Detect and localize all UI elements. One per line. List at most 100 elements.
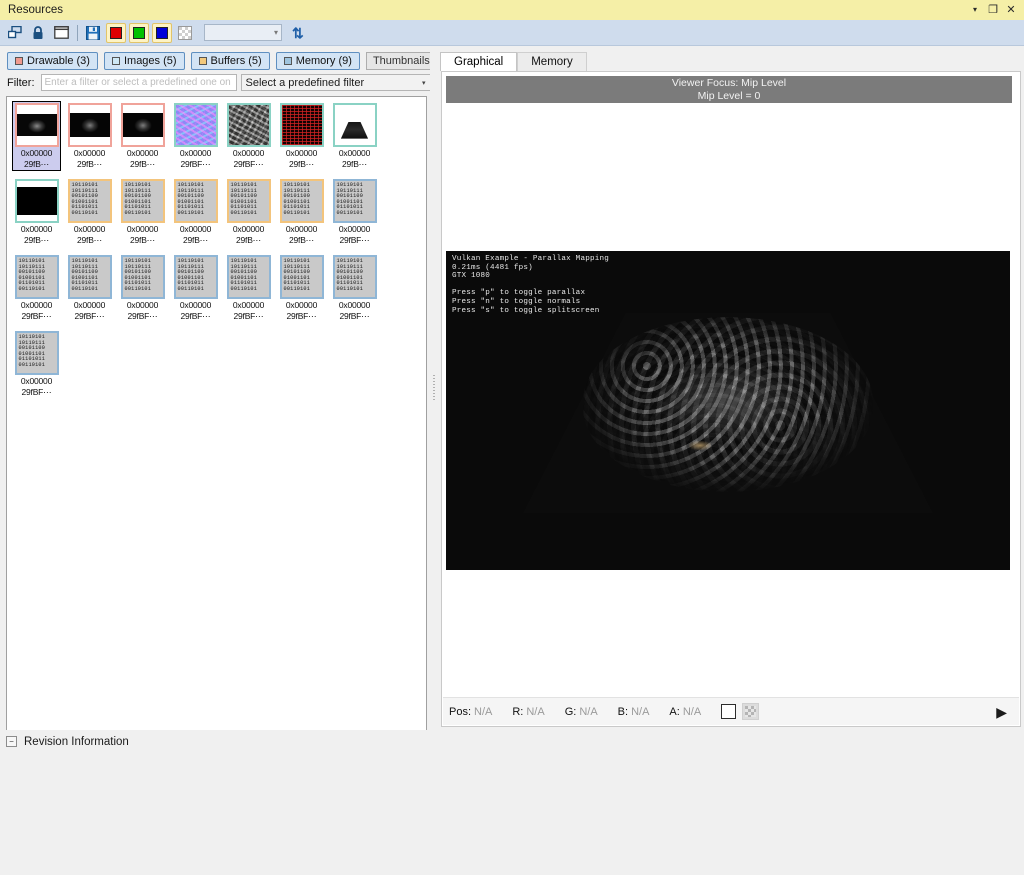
- resource-browser-panel: Drawable (3) Images (5) Buffers (5) Memo…: [0, 46, 461, 772]
- type-filter-drawable[interactable]: Drawable (3): [7, 52, 98, 70]
- thumbnail-item[interactable]: 10110101 10110111 00101100 01001101 0110…: [12, 329, 61, 399]
- collapse-icon[interactable]: −: [6, 736, 17, 747]
- thumbnail-label: 0x00000: [126, 300, 159, 310]
- status-b-value: N/A: [631, 705, 650, 718]
- thumbnail-item[interactable]: 10110101 10110111 00101100 01001101 0110…: [330, 253, 379, 323]
- toolbar-separator: [77, 24, 78, 41]
- thumbnail-preview: [279, 103, 324, 147]
- status-g: G: N/A: [565, 706, 598, 718]
- window-title: Resources: [8, 4, 63, 16]
- type-filter-buffers[interactable]: Buffers (5): [190, 52, 270, 70]
- thumbnail-grid: 0x00000 29fB⋯ 0x00000 29fB⋯ 0x00000 29fB⋯ 0x00…: [7, 97, 426, 405]
- thumbnail-preview: 10110101 10110111 00101100 01001101 0110…: [14, 331, 59, 375]
- thumbnail-item[interactable]: 0x00000 29fB⋯: [118, 101, 167, 171]
- graphical-viewer: Viewer Focus: Mip Level Mip Level = 0 Vu…: [441, 71, 1021, 727]
- thumbnail-item[interactable]: 10110101 10110111 00101100 01001101 0110…: [171, 253, 220, 323]
- thumbnail-label-2: 29fBF⋯: [339, 235, 370, 245]
- checkerboard-icon[interactable]: [742, 703, 760, 720]
- chevron-down-icon: ▾: [421, 79, 426, 87]
- menu-chevron-icon[interactable]: ▾: [966, 1, 984, 19]
- thumbnail-item[interactable]: 0x00000 29fB⋯: [277, 101, 326, 171]
- thumbnail-item[interactable]: 10110101 10110111 00101100 01001101 0110…: [277, 253, 326, 323]
- panel-splitter[interactable]: [430, 46, 438, 730]
- status-r: R: N/A: [512, 706, 544, 718]
- predefined-filter-select[interactable]: Select a predefined filter ▾: [240, 74, 431, 91]
- close-icon[interactable]: ✕: [1002, 1, 1020, 19]
- thumbnail-item[interactable]: 0x00000 29fB⋯: [330, 101, 379, 171]
- viewer-focus-line1: Viewer Focus: Mip Level: [671, 77, 787, 89]
- tab-memory[interactable]: Memory: [517, 52, 587, 71]
- status-a-value: N/A: [682, 705, 702, 718]
- thumbnail-label: 0x00000: [285, 224, 318, 234]
- thumbnail-item[interactable]: 0x00000 29fBF⋯: [224, 101, 273, 171]
- thumbnail-label: 0x00000: [126, 148, 159, 158]
- thumbnail-label-2: 29fB⋯: [77, 159, 102, 169]
- thumbnail-item[interactable]: 10110101 10110111 00101100 01001101 0110…: [224, 253, 273, 323]
- type-filter-buffers-label: Buffers (5): [210, 55, 262, 67]
- thumbnail-label-2: 29fBF⋯: [180, 311, 211, 321]
- thumbnail-label: 0x00000: [232, 224, 265, 234]
- thumbnail-item[interactable]: 10110101 10110111 00101100 01001101 0110…: [224, 177, 273, 247]
- thumbnail-preview: 10110101 10110111 00101100 01001101 0110…: [173, 179, 218, 223]
- window-icon[interactable]: [51, 23, 71, 43]
- status-b: B: N/A: [618, 706, 650, 718]
- thumbnail-label: 0x00000: [20, 300, 53, 310]
- type-filter-memory[interactable]: Memory (9): [275, 52, 360, 70]
- thumbnail-item[interactable]: 0x00000 29fB⋯: [12, 177, 61, 247]
- chevron-down-icon: ▾: [273, 28, 278, 37]
- buffers-swatch: [198, 57, 207, 65]
- thumbnail-item[interactable]: 10110101 10110111 00101100 01001101 0110…: [65, 253, 114, 323]
- viewer-focus-line2: Mip Level = 0: [697, 90, 761, 102]
- render-specular-highlight: [689, 441, 711, 450]
- thumbnail-preview: [120, 103, 165, 147]
- thumbnail-item[interactable]: 10110101 10110111 00101100 01001101 0110…: [118, 253, 167, 323]
- viewer-focus-banner: Viewer Focus: Mip Level Mip Level = 0: [446, 76, 1012, 103]
- status-r-label: R:: [512, 705, 524, 718]
- tab-graphical[interactable]: Graphical: [440, 52, 518, 71]
- thumbnail-label-2: 29fBF⋯: [286, 311, 317, 321]
- green-channel-button[interactable]: [129, 22, 149, 43]
- thumbnail-item[interactable]: 10110101 10110111 00101100 01001101 0110…: [277, 177, 326, 247]
- alpha-channel-button[interactable]: [175, 23, 195, 43]
- thumbnail-label-2: 29fBF⋯: [21, 387, 52, 397]
- thumbnail-list[interactable]: 0x00000 29fB⋯ 0x00000 29fB⋯ 0x00000 29fB⋯ 0x00…: [6, 96, 427, 772]
- thumbnail-label-2: 29fBF⋯: [180, 159, 211, 169]
- predefined-filter-value: Select a predefined filter: [245, 76, 365, 89]
- thumbnail-preview: [14, 179, 59, 223]
- filter-input[interactable]: Enter a filter or select a predefined on…: [40, 74, 237, 91]
- thumbnail-item[interactable]: 10110101 10110111 00101100 01001101 0110…: [12, 253, 61, 323]
- thumbnail-item[interactable]: 0x00000 29fB⋯: [12, 101, 61, 171]
- thumbnail-item[interactable]: 10110101 10110111 00101100 01001101 0110…: [171, 177, 220, 247]
- thumbnail-item[interactable]: 10110101 10110111 00101100 01001101 0110…: [118, 177, 167, 247]
- thumbnail-label-2: 29fB⋯: [24, 159, 49, 169]
- thumbnail-label: 0x00000: [232, 300, 265, 310]
- play-icon[interactable]: ▶: [996, 705, 1013, 719]
- maximize-icon[interactable]: ❐: [984, 1, 1002, 19]
- sort-icon[interactable]: ⇅: [292, 26, 304, 40]
- blue-channel-button[interactable]: [152, 22, 172, 43]
- thumbnail-preview: 10110101 10110111 00101100 01001101 0110…: [226, 255, 271, 299]
- thumbnail-preview: 10110101 10110111 00101100 01001101 0110…: [173, 255, 218, 299]
- thumbnail-label-2: 29fBF⋯: [21, 311, 52, 321]
- toolbar-combo[interactable]: ▾: [204, 24, 282, 41]
- thumbnail-label: 0x00000: [179, 224, 212, 234]
- save-icon[interactable]: [83, 23, 103, 43]
- thumbnail-label: 0x00000: [285, 300, 318, 310]
- window-controls: ▾ ❐ ✕: [966, 0, 1024, 20]
- thumbnail-label: 0x00000: [73, 300, 106, 310]
- red-channel-button[interactable]: [106, 22, 126, 43]
- splitter-grip-icon: [433, 375, 435, 401]
- resources-window: Resources ▾ ❐ ✕ ▾ ⇅ Drawable (3) Images …: [0, 0, 1024, 875]
- type-filter-images[interactable]: Images (5): [103, 52, 185, 70]
- duplicate-icon[interactable]: [5, 23, 25, 43]
- thumbnail-preview: [67, 103, 112, 147]
- thumbnail-item[interactable]: 10110101 10110111 00101100 01001101 0110…: [65, 177, 114, 247]
- thumbnail-item[interactable]: 0x00000 29fBF⋯: [171, 101, 220, 171]
- thumbnail-item[interactable]: 10110101 10110111 00101100 01001101 0110…: [330, 177, 379, 247]
- thumbnail-item[interactable]: 0x00000 29fB⋯: [65, 101, 114, 171]
- render-preview[interactable]: Vulkan Example - Parallax Mapping 0.21ms…: [446, 251, 1010, 570]
- lock-icon[interactable]: [28, 23, 48, 43]
- viewer-panel: Graphical Memory Viewer Focus: Mip Level…: [438, 46, 1024, 730]
- thumbnail-label: 0x00000: [338, 148, 371, 158]
- background-color-swatch[interactable]: [721, 704, 737, 719]
